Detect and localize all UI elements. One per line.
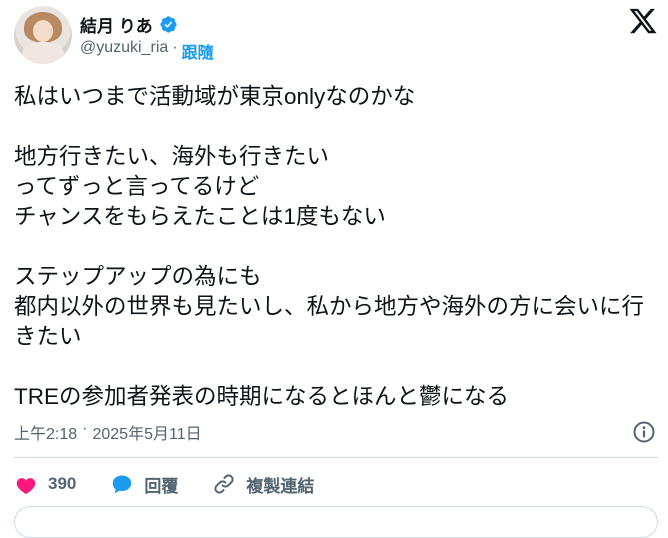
handle[interactable]: @yuzuki_ria (80, 39, 168, 63)
reply-label: 回覆 (144, 476, 179, 496)
tweet-timestamp[interactable]: 上午2:18 · 2025年5月11日 (14, 420, 202, 444)
action-bar: 390 回覆 複製連結 (14, 470, 348, 498)
read-replies-button[interactable] (14, 506, 658, 538)
display-name[interactable]: 結月 りあ (80, 12, 153, 37)
link-icon (214, 474, 234, 494)
separator-dot: · (172, 39, 178, 56)
timestamp-dot: · (82, 420, 88, 437)
info-icon[interactable] (632, 420, 656, 444)
follow-button[interactable]: 跟隨 (182, 39, 214, 63)
divider (14, 457, 658, 458)
tweet-date: 2025年5月11日 (92, 426, 202, 443)
like-button[interactable]: 390 (14, 472, 76, 496)
like-count: 390 (48, 474, 77, 493)
tweet-text: 私はいつまで活動域が東京onlyなのかな 地方行きたい、海外も行きたい ってずっ… (14, 84, 645, 409)
tweet-header: 結月 りあ @yuzuki_ria · 跟隨 (14, 6, 658, 66)
heart-icon (16, 478, 36, 494)
tweet-time: 上午2:18 (14, 426, 78, 443)
verified-badge-icon (160, 16, 177, 33)
reply-bubble-icon (113, 475, 132, 494)
handle-row: @yuzuki_ria · 跟隨 (80, 39, 214, 63)
name-row: 結月 りあ (80, 12, 178, 37)
x-logo-icon[interactable] (628, 6, 658, 36)
avatar[interactable] (14, 6, 72, 64)
copy-link-button[interactable]: 複製連結 (212, 472, 314, 497)
reply-button[interactable]: 回覆 (110, 472, 178, 497)
copy-link-label: 複製連結 (246, 476, 315, 496)
